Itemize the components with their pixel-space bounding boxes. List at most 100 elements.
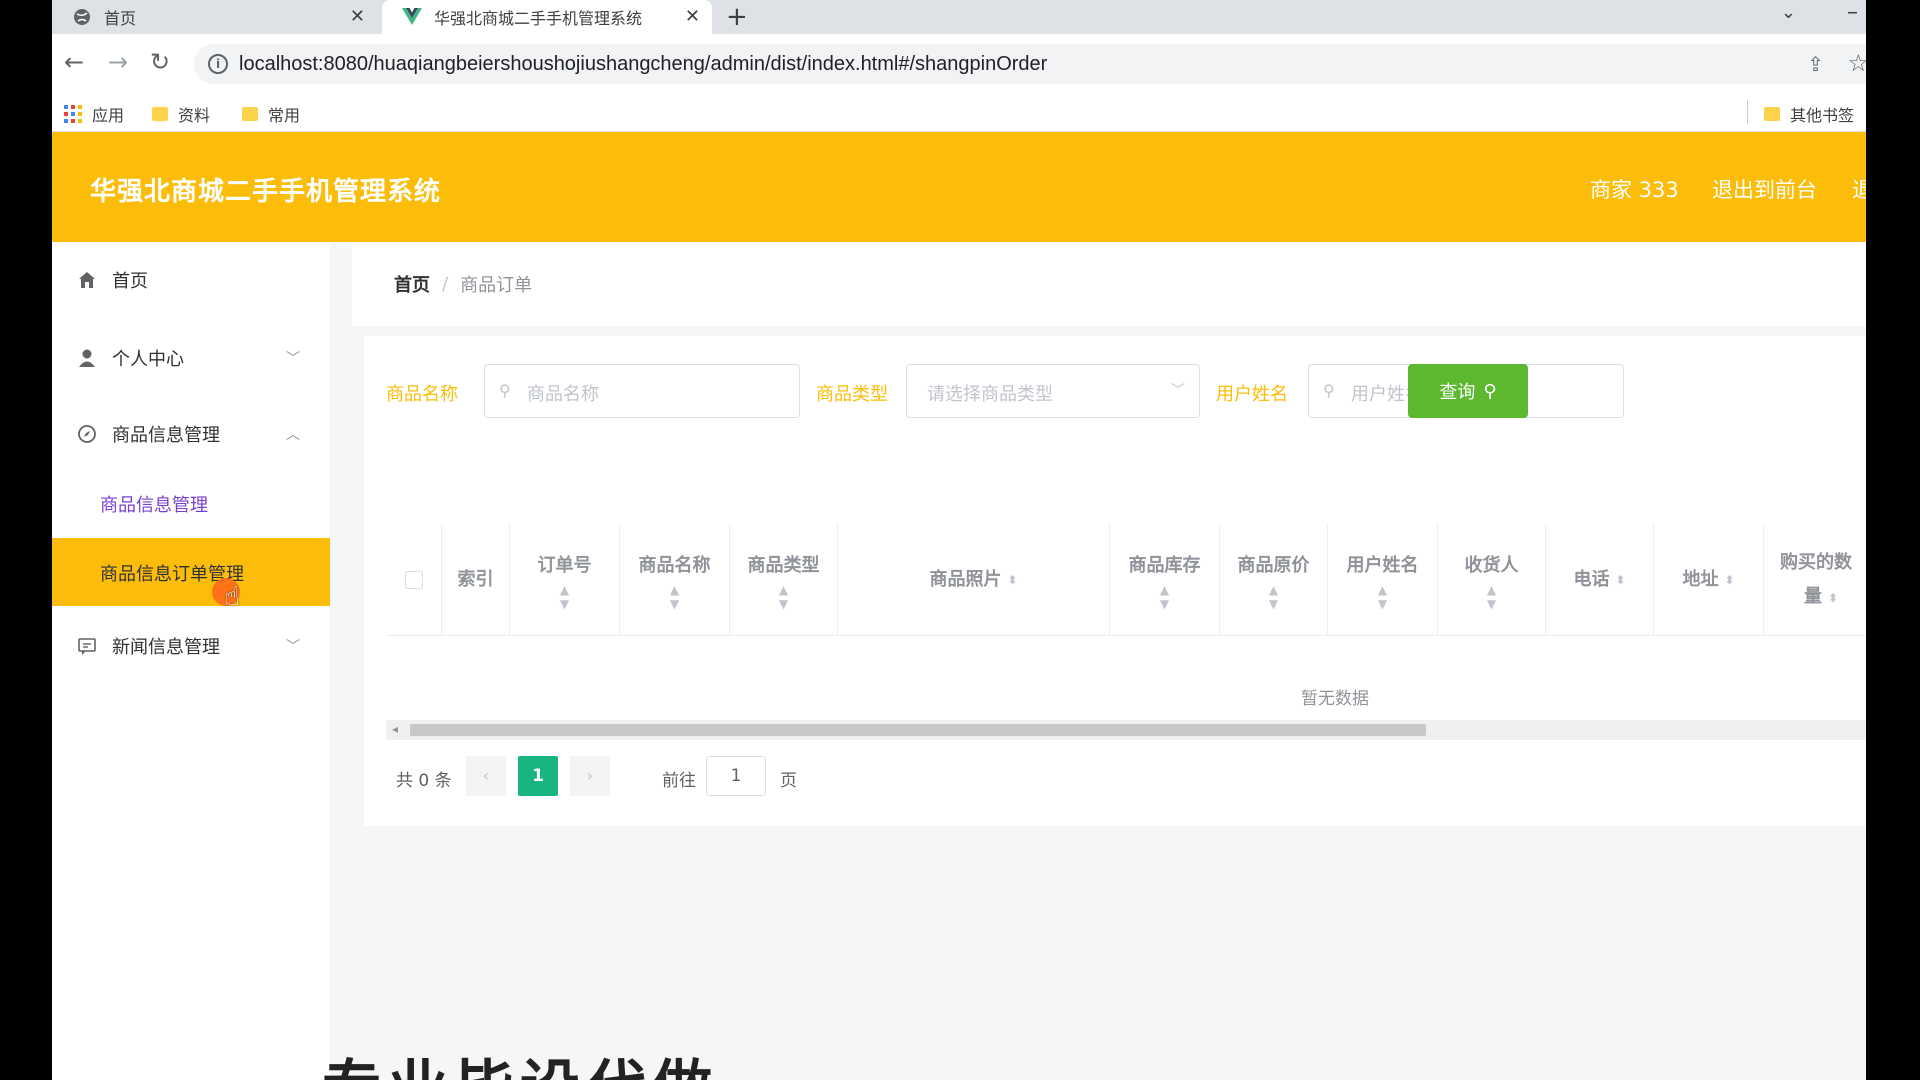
close-tab-icon[interactable]: ✕ [350,6,365,27]
breadcrumb: 首页 / 商品订单 [352,242,1866,326]
app-title: 华强北商城二手手机管理系统 [90,177,442,207]
bookmark-label: 常用 [268,106,301,125]
goods-name-input[interactable]: ⚲ 商品名称 [484,364,800,418]
sort-icon[interactable]: ▲ ▼ [560,583,569,611]
input-placeholder: 商品名称 [527,384,599,405]
goods-name-label: 商品名称 [386,384,458,405]
new-tab-icon[interactable]: + [726,2,748,32]
address-bar[interactable]: i localhost:8080/huaqiangbeiershoushojiu… [194,44,1866,84]
bookmark-folder[interactable]: 常用 [242,102,300,126]
sort-icon[interactable]: ▲ ▼ [779,583,788,611]
sort-icon[interactable]: ▲ ▼ [1378,583,1387,611]
app-header: 华强北商城二手手机管理系统 商家 333 退出到前台 退 [52,132,1866,242]
tab-title: 首页 [104,9,137,28]
apps-grid-icon [64,105,82,123]
prev-page-button[interactable]: ‹ [466,756,506,796]
sort-icon[interactable]: ▲ ▼ [1269,583,1278,611]
query-button[interactable]: 查询 ⚲ [1408,364,1528,418]
back-icon[interactable]: ← [64,48,84,76]
home-icon [76,269,98,291]
sidebar-item-label: 首页 [112,271,148,292]
sort-icon[interactable]: ▲ ▼ [1487,583,1496,611]
sort-icon[interactable]: ▲ ▼ [1160,583,1169,611]
vue-logo-icon [402,7,422,27]
sidebar-item-label: 个人中心 [112,349,184,370]
star-icon[interactable]: ☆ [1847,49,1866,77]
goods-type-select[interactable]: 请选择商品类型 ﹀ [906,364,1200,418]
url-text: localhost:8080/huaqiangbeiershoushojiush… [239,53,1048,75]
tab-title: 华强北商城二手手机管理系统 [434,9,643,28]
close-tab-icon[interactable]: ✕ [685,6,700,27]
watermark-caption: 专业毕设代做 [322,1040,718,1080]
sidebar-item-goods[interactable]: 商品信息管理 ︿ [52,404,330,464]
col-phone[interactable]: 电话 ⬍ [1546,524,1654,636]
col-stock[interactable]: 商品库存 ▲ ▼ [1110,524,1220,636]
column-header: 收货人 [1464,555,1519,576]
breadcrumb-current: 商品订单 [460,275,533,296]
goto-front-link[interactable]: 退出到前台 [1712,174,1817,204]
column-header: 用户姓名 [1346,555,1419,576]
col-address[interactable]: 地址 ⬍ [1654,524,1764,636]
sidebar-subitem-goods-order[interactable]: 商品信息订单管理 ☝ [52,538,330,612]
search-icon: ⚲ [1323,381,1335,400]
reload-icon[interactable]: ↻ [150,48,170,76]
column-header: 量 [1804,585,1822,607]
browser-window: 首页 ✕ 华强北商城二手手机管理系统 ✕ + ⌄ – ← → ↻ i local… [52,0,1866,1080]
sidebar-item-news[interactable]: 新闻信息管理 ﹀ [52,616,330,676]
forward-icon[interactable]: → [108,48,128,76]
horizontal-scrollbar[interactable]: ◂ [386,720,1866,740]
sort-icon[interactable]: ⬍ [1615,563,1625,597]
bookmark-folder[interactable]: 资料 [152,102,210,126]
tab-active[interactable]: 华强北商城二手手机管理系统 ✕ [382,0,712,34]
folder-icon [242,107,258,121]
goto-page-input[interactable]: 1 [706,756,766,796]
tab-home[interactable]: 首页 ✕ [52,0,377,34]
compass-icon [76,423,98,445]
select-placeholder: 请选择商品类型 [927,384,1053,405]
logout-link[interactable]: 退 [1852,174,1866,204]
chevron-up-icon: ︿ [286,427,300,443]
user-name-label: 用户姓名 [1216,384,1288,405]
sort-icon[interactable]: ⬍ [1724,563,1734,597]
col-goods-name[interactable]: 商品名称 ▲ ▼ [620,524,730,636]
column-header: 商品名称 [638,555,711,576]
chevron-down-icon: ﹀ [1171,383,1185,399]
chevron-down-icon[interactable]: ⌄ [1781,2,1796,23]
table-header: 索引 订单号 ▲ ▼ 商品名称 ▲ ▼ 商品类型 ▲ ▼ 商品照片 ⬍ 商品库存… [386,524,1866,636]
sidebar-item-home[interactable]: 首页 [52,250,330,310]
breadcrumb-home[interactable]: 首页 [394,271,430,297]
share-icon[interactable]: ⇪ [1807,52,1824,76]
scroll-left-icon[interactable]: ◂ [392,722,398,736]
col-receiver[interactable]: 收货人 ▲ ▼ [1438,524,1546,636]
chevron-down-icon: ﹀ [286,639,300,655]
scrollbar-thumb[interactable] [410,724,1426,736]
bookmarks-bar: 应用 资料 常用 其他书签 [52,94,1866,132]
col-order-no[interactable]: 订单号 ▲ ▼ [510,524,620,636]
next-page-button[interactable]: › [570,756,610,796]
col-quantity[interactable]: 购买的数 量 ⬍ [1764,524,1866,636]
sort-icon[interactable]: ⬍ [1828,591,1838,605]
col-goods-photo[interactable]: 商品照片 ⬍ [838,524,1110,636]
search-icon: ⚲ [499,381,511,400]
sidebar-item-profile[interactable]: 个人中心 ﹀ [52,328,330,388]
select-all-checkbox[interactable] [404,571,423,589]
sidebar-item-label: 商品信息管理 [112,425,220,446]
minimize-icon[interactable]: – [1847,0,1858,25]
bookmark-apps[interactable]: 应用 [64,102,124,126]
chevron-down-icon: ﹀ [286,351,300,367]
sidebar-subitem-goods-info[interactable]: 商品信息管理 [52,474,330,534]
column-header: 地址 [1682,569,1719,590]
sort-icon[interactable]: ⬍ [1007,563,1017,597]
empty-placeholder: 暂无数据 [1301,689,1369,709]
column-header: 购买的数 [1780,551,1852,573]
col-index: 索引 [442,524,510,636]
sidebar-item-label: 商品信息管理 [100,495,208,516]
col-goods-type[interactable]: 商品类型 ▲ ▼ [730,524,838,636]
page-number-current[interactable]: 1 [518,756,558,796]
col-original-price[interactable]: 商品原价 ▲ ▼ [1220,524,1328,636]
chat-icon [76,635,98,657]
col-user-name[interactable]: 用户姓名 ▲ ▼ [1328,524,1438,636]
info-icon[interactable]: i [208,54,228,74]
bookmark-other[interactable]: 其他书签 [1764,102,1854,126]
sort-icon[interactable]: ▲ ▼ [670,583,679,611]
